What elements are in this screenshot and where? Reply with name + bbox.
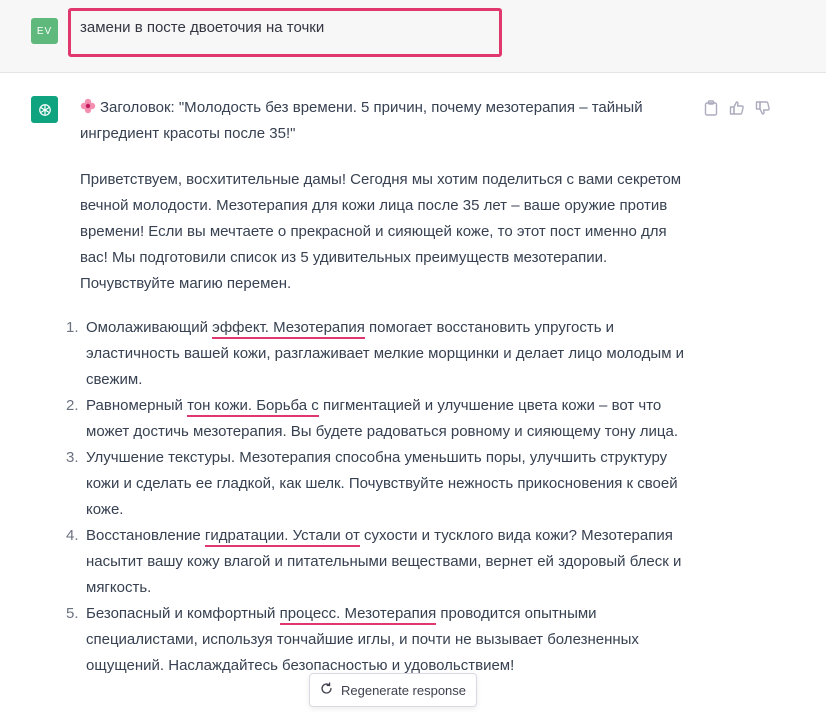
list-item: 2. Равномерный тон кожи. Борьба с пигмен… xyxy=(66,393,690,445)
list-item-text: Улучшение текстуры. Мезотерапия способна… xyxy=(86,449,678,518)
post-title-text: Заголовок: "Молодость без времени. 5 при… xyxy=(80,99,643,142)
thumbs-down-icon[interactable] xyxy=(754,99,772,117)
message-actions xyxy=(702,99,772,117)
highlighted-fragment: тон кожи. Борьба с xyxy=(187,397,319,417)
list-item: 1. Омолаживающий эффект. Мезотерапия пом… xyxy=(66,315,690,393)
post-intro: Приветствуем, восхитительные дамы! Сегод… xyxy=(80,171,682,292)
list-item-number: 1. xyxy=(66,319,79,336)
regenerate-response-button[interactable]: Regenerate response xyxy=(309,673,477,707)
list-item-text: Омолаживающий xyxy=(86,319,213,336)
chatgpt-logo-icon xyxy=(31,96,58,123)
list-item: 4. Восстановление гидратации. Устали от … xyxy=(66,523,690,601)
highlighted-fragment: процесс. Мезотерапия xyxy=(279,605,437,625)
list-item-text: Безопасный и комфортный xyxy=(86,605,280,622)
list-item: 5. Безопасный и комфортный процесс. Мезо… xyxy=(66,601,690,679)
list-item-text: Равномерный xyxy=(86,397,188,414)
list-item-number: 4. xyxy=(66,527,79,544)
post-title: Заголовок: "Молодость без времени. 5 при… xyxy=(80,95,690,147)
user-avatar-initials: EV xyxy=(36,25,53,37)
list-item-number: 3. xyxy=(66,449,79,466)
refresh-icon xyxy=(320,682,333,698)
user-message-row: EV замени в посте двоеточия на точки xyxy=(0,0,826,73)
flower-emoji-icon xyxy=(80,97,96,114)
list-item-number: 2. xyxy=(66,397,79,414)
highlighted-fragment: эффект. Мезотерапия xyxy=(212,319,365,339)
benefits-list: 1. Омолаживающий эффект. Мезотерапия пом… xyxy=(66,315,690,679)
list-item-number: 5. xyxy=(66,605,79,622)
regenerate-label: Regenerate response xyxy=(340,682,467,698)
thumbs-up-icon[interactable] xyxy=(728,99,746,117)
list-item: 3. Улучшение текстуры. Мезотерапия спосо… xyxy=(66,445,690,523)
assistant-message-row: Заголовок: "Молодость без времени. 5 при… xyxy=(0,73,826,712)
clipboard-icon[interactable] xyxy=(702,99,720,117)
list-item-text: Восстановление xyxy=(86,527,205,544)
user-avatar: EV xyxy=(31,18,58,44)
highlighted-fragment: гидратации. Устали от xyxy=(204,527,360,547)
user-prompt-text: замени в посте двоеточия на точки xyxy=(80,19,325,36)
assistant-response: Заголовок: "Молодость без времени. 5 при… xyxy=(66,95,690,679)
